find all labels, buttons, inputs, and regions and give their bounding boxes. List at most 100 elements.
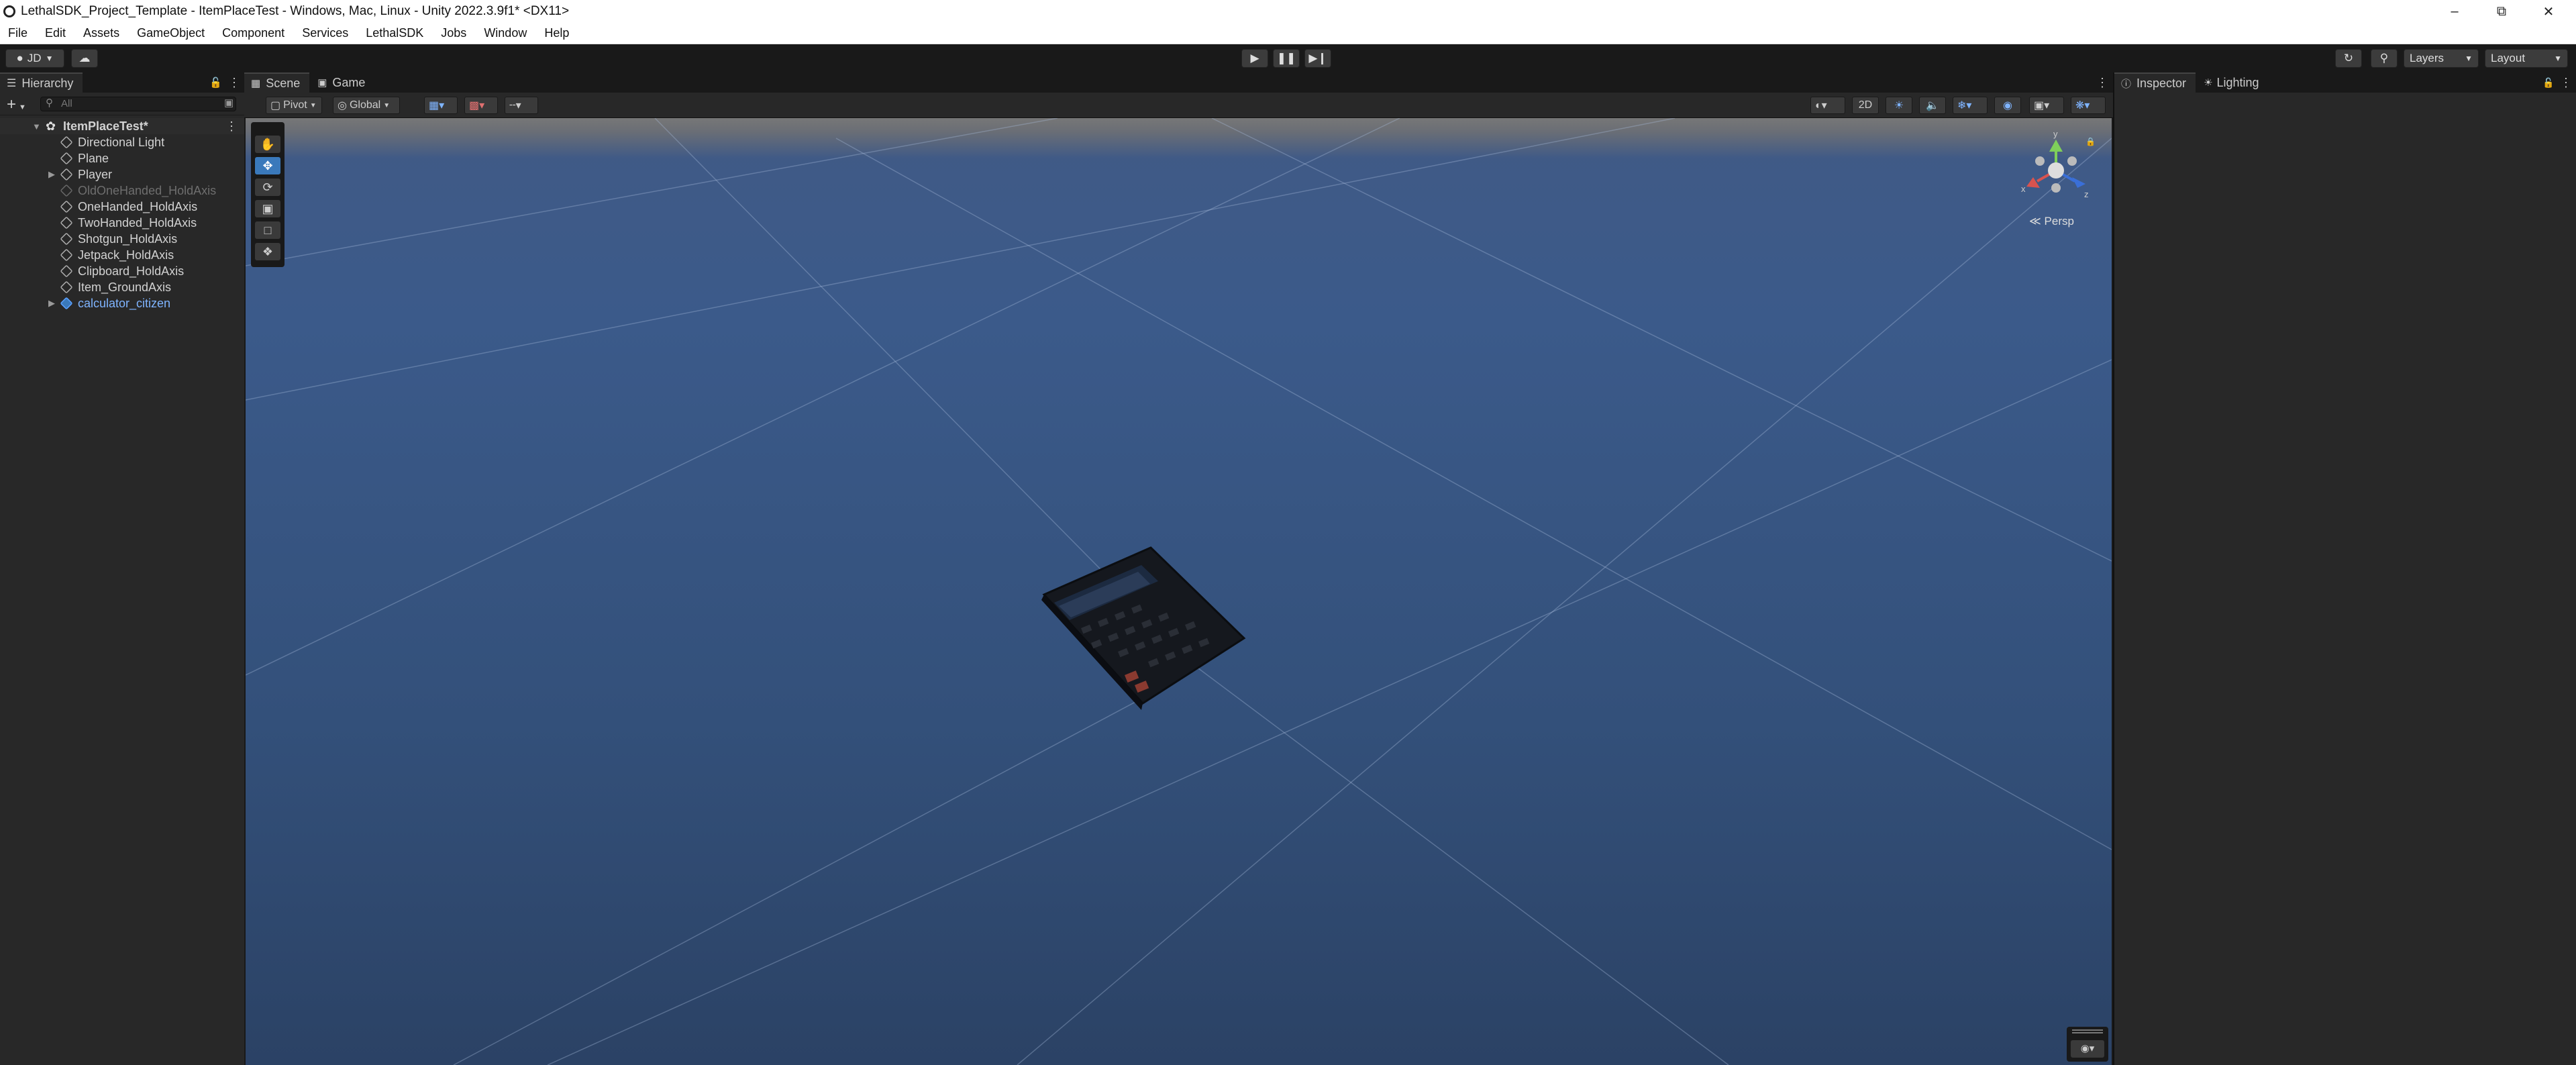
more-options-icon[interactable]: ⋮ (2560, 76, 2572, 90)
rect-icon: □ (264, 223, 272, 237)
minimize-icon[interactable]: – (2434, 0, 2475, 23)
inspector-panel: ⓘ Inspector ☀ Lighting 🔓 ⋮ (2113, 72, 2576, 1065)
list-item[interactable]: Clipboard_HoldAxis (0, 263, 244, 279)
drag-handle-icon[interactable] (2072, 1029, 2103, 1033)
step-icon: ▶❙ (1308, 52, 1327, 64)
lighting-toggle-button[interactable]: ☀ (1886, 97, 1912, 114)
tab-inspector[interactable]: ⓘ Inspector (2114, 72, 2196, 93)
gameobject-icon (60, 264, 73, 278)
transform-icon: ❖ (262, 245, 274, 258)
pause-button[interactable]: ❚❚ (1273, 49, 1300, 68)
layers-label: Layers (2410, 52, 2444, 64)
gizmo-z-label: z (2084, 189, 2089, 199)
list-icon: ☰ (7, 78, 17, 89)
expand-arrow-icon[interactable]: ▶ (48, 298, 55, 309)
gizmos-icon: ❋▾ (2075, 100, 2090, 111)
menu-component[interactable]: Component (214, 26, 294, 40)
rect-tool-button[interactable]: □ (255, 221, 280, 239)
menu-file[interactable]: File (0, 26, 37, 40)
lock-icon[interactable]: 🔒 (2085, 137, 2096, 146)
search-input[interactable]: All (40, 97, 236, 111)
list-item[interactable]: Directional Light (0, 134, 244, 150)
orientation-gizmo[interactable]: y x z 🔒 (2016, 129, 2096, 211)
scale-tool-button[interactable]: ▣ (255, 200, 280, 217)
tab-scene[interactable]: ▦ Scene (244, 72, 310, 93)
effects-dropdown[interactable]: ❄▾ (1953, 97, 1988, 114)
hand-tool-button[interactable]: ✋ (255, 136, 280, 153)
pivot-icon: ▢ (270, 100, 281, 111)
menu-window[interactable]: Window (476, 26, 536, 40)
snap-increment-button[interactable]: ▩▾ (464, 97, 498, 114)
camera-dropdown[interactable]: ▣▾ (2029, 97, 2064, 114)
list-item[interactable]: TwoHanded_HoldAxis (0, 215, 244, 231)
list-item[interactable]: OneHanded_HoldAxis (0, 199, 244, 215)
layout-dropdown[interactable]: Layout ▼ (2485, 49, 2568, 68)
list-item[interactable]: OldOneHanded_HoldAxis (0, 183, 244, 199)
list-item[interactable]: ▶ Player (0, 166, 244, 183)
list-item[interactable]: Shotgun_HoldAxis (0, 231, 244, 247)
close-icon[interactable]: ✕ (2528, 0, 2569, 23)
expand-arrow-icon[interactable]: ▶ (48, 169, 55, 180)
more-options-icon[interactable]: ⋮ (228, 76, 240, 90)
play-button[interactable]: ▶ (1241, 49, 1268, 68)
move-tool-button[interactable]: ✥ (255, 157, 280, 174)
add-object-button[interactable]: + ▼ (7, 95, 26, 114)
move-icon: ✥ (262, 159, 273, 172)
gameobject-icon (60, 152, 73, 165)
unity-scene-icon: ✿ (46, 119, 56, 133)
toggle-2d-button[interactable]: 2D (1852, 97, 1879, 114)
account-dropdown[interactable]: ● JD ▼ (5, 49, 64, 68)
layers-dropdown[interactable]: Layers ▼ (2404, 49, 2479, 68)
tab-game[interactable]: ▣ Game (309, 76, 373, 90)
filter-icon[interactable]: ▣ (224, 97, 234, 109)
menu-edit[interactable]: Edit (37, 26, 75, 40)
gameobject-icon (60, 232, 73, 246)
rotate-tool-button[interactable]: ⟳ (255, 179, 280, 196)
menu-jobs[interactable]: Jobs (433, 26, 476, 40)
globe-icon: ◎ (338, 100, 347, 111)
projection-toggle[interactable]: ≪ Persp (2029, 215, 2074, 228)
lock-icon[interactable]: 🔓 (209, 77, 222, 89)
restore-icon[interactable]: ⧉ (2481, 0, 2522, 23)
audio-toggle-button[interactable]: 🔈 (1919, 97, 1946, 114)
lock-icon[interactable]: 🔓 (2542, 77, 2554, 89)
mode-2d-label: 2D (1858, 99, 1873, 111)
calculator-model[interactable] (1041, 546, 1246, 710)
gizmo-x-label: x (2021, 184, 2026, 194)
visibility-toggle-button[interactable]: ◉ (1994, 97, 2021, 114)
search-button[interactable]: ⚲ (2371, 49, 2398, 68)
menu-services[interactable]: Services (294, 26, 358, 40)
menu-help[interactable]: Help (536, 26, 578, 40)
list-item[interactable]: ▶ calculator_citizen (0, 295, 244, 311)
list-item[interactable]: Jetpack_HoldAxis (0, 247, 244, 263)
menu-lethalsdk[interactable]: LethalSDK (358, 26, 433, 40)
tab-lighting[interactable]: ☀ Lighting (2196, 76, 2267, 90)
history-button[interactable]: ↻ (2335, 49, 2362, 68)
tab-hierarchy[interactable]: ☰ Hierarchy (0, 72, 83, 93)
cloud-button[interactable]: ☁ (71, 49, 98, 68)
chevron-down-icon: ▼ (309, 101, 317, 109)
list-item[interactable]: Plane (0, 150, 244, 166)
step-button[interactable]: ▶❙ (1304, 49, 1331, 68)
align-button[interactable]: ╌▾ (505, 97, 538, 114)
hierarchy-search-bar: + ▼ All ⚲ ▣ (0, 93, 244, 115)
menu-gameobject[interactable]: GameObject (129, 26, 214, 40)
list-item[interactable]: Item_GroundAxis (0, 279, 244, 295)
list-item-label: Directional Light (78, 135, 165, 149)
scene-viewport[interactable] (246, 118, 2112, 1065)
hierarchy-tab-label: Hierarchy (21, 76, 74, 90)
expand-arrow-icon[interactable]: ▼ (32, 121, 41, 132)
draw-mode-dropdown[interactable]: ◐▾ (1810, 97, 1845, 114)
menu-assets[interactable]: Assets (75, 26, 129, 40)
scene-row[interactable]: ▼ ✿ ItemPlaceTest* ⋮ (0, 118, 244, 134)
gizmos-dropdown[interactable]: ❋▾ (2071, 97, 2106, 114)
camera-settings-button[interactable]: ◉▾ (2071, 1040, 2104, 1058)
pivot-dropdown[interactable]: ▢ Pivot ▼ (266, 97, 322, 114)
info-icon: ⓘ (2121, 78, 2132, 90)
global-dropdown[interactable]: ◎ Global ▼ (333, 97, 400, 114)
more-options-icon[interactable]: ⋮ (225, 119, 238, 134)
transform-tool-button[interactable]: ❖ (255, 243, 280, 260)
more-options-icon[interactable]: ⋮ (2096, 76, 2108, 90)
rotate-icon: ⟳ (262, 181, 273, 194)
grid-snap-button[interactable]: ▦▾ (424, 97, 458, 114)
